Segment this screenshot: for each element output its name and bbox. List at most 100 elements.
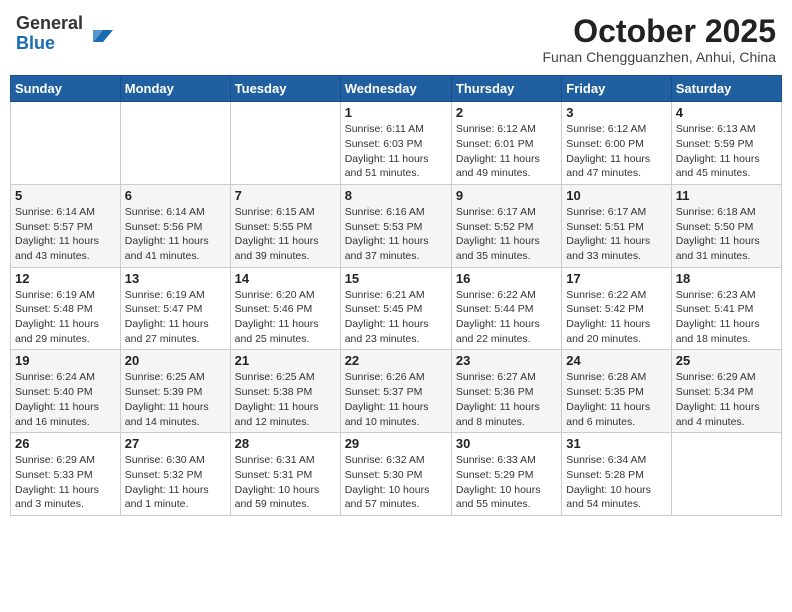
day-number: 30 <box>456 436 557 451</box>
day-number: 14 <box>235 271 336 286</box>
day-info: Sunrise: 6:34 AM Sunset: 5:28 PM Dayligh… <box>566 453 666 512</box>
calendar-cell: 12 Sunrise: 6:19 AM Sunset: 5:48 PM Dayli… <box>11 267 121 350</box>
day-number: 5 <box>15 188 116 203</box>
day-info: Sunrise: 6:25 AM Sunset: 5:39 PM Dayligh… <box>125 370 226 429</box>
calendar-cell: 5 Sunrise: 6:14 AM Sunset: 5:57 PM Daylig… <box>11 184 121 267</box>
day-number: 8 <box>345 188 447 203</box>
weekday-header-row: SundayMondayTuesdayWednesdayThursdayFrid… <box>11 76 782 102</box>
day-number: 4 <box>676 105 777 120</box>
calendar-week-5: 26 Sunrise: 6:29 AM Sunset: 5:33 PM Dayli… <box>11 433 782 516</box>
day-info: Sunrise: 6:14 AM Sunset: 5:56 PM Dayligh… <box>125 205 226 264</box>
day-info: Sunrise: 6:19 AM Sunset: 5:48 PM Dayligh… <box>15 288 116 347</box>
day-info: Sunrise: 6:28 AM Sunset: 5:35 PM Dayligh… <box>566 370 666 429</box>
calendar-week-1: 1 Sunrise: 6:11 AM Sunset: 6:03 PM Daylig… <box>11 102 782 185</box>
calendar-cell: 14 Sunrise: 6:20 AM Sunset: 5:46 PM Dayli… <box>230 267 340 350</box>
calendar-cell: 7 Sunrise: 6:15 AM Sunset: 5:55 PM Daylig… <box>230 184 340 267</box>
day-number: 15 <box>345 271 447 286</box>
calendar-cell <box>120 102 230 185</box>
calendar-cell: 29 Sunrise: 6:32 AM Sunset: 5:30 PM Dayli… <box>340 433 451 516</box>
weekday-header-tuesday: Tuesday <box>230 76 340 102</box>
calendar-cell: 23 Sunrise: 6:27 AM Sunset: 5:36 PM Dayli… <box>451 350 561 433</box>
day-number: 24 <box>566 353 666 368</box>
day-info: Sunrise: 6:13 AM Sunset: 5:59 PM Dayligh… <box>676 122 777 181</box>
logo-general-text: General <box>16 13 83 33</box>
day-info: Sunrise: 6:25 AM Sunset: 5:38 PM Dayligh… <box>235 370 336 429</box>
calendar-cell: 31Sunrise: 6:34 AM Sunset: 5:28 PM Dayli… <box>562 433 671 516</box>
calendar-cell: 16 Sunrise: 6:22 AM Sunset: 5:44 PM Dayli… <box>451 267 561 350</box>
calendar-cell: 25Sunrise: 6:29 AM Sunset: 5:34 PM Dayli… <box>671 350 781 433</box>
weekday-header-monday: Monday <box>120 76 230 102</box>
day-info: Sunrise: 6:11 AM Sunset: 6:03 PM Dayligh… <box>345 122 447 181</box>
weekday-header-wednesday: Wednesday <box>340 76 451 102</box>
day-number: 2 <box>456 105 557 120</box>
day-number: 16 <box>456 271 557 286</box>
weekday-header-friday: Friday <box>562 76 671 102</box>
day-number: 1 <box>345 105 447 120</box>
day-number: 10 <box>566 188 666 203</box>
calendar-week-2: 5 Sunrise: 6:14 AM Sunset: 5:57 PM Daylig… <box>11 184 782 267</box>
calendar-cell <box>230 102 340 185</box>
calendar-title: October 2025 <box>542 14 776 49</box>
weekday-header-sunday: Sunday <box>11 76 121 102</box>
calendar-cell: 13 Sunrise: 6:19 AM Sunset: 5:47 PM Dayli… <box>120 267 230 350</box>
title-block: October 2025 Funan Chengguanzhen, Anhui,… <box>542 14 776 65</box>
calendar-cell: 17 Sunrise: 6:22 AM Sunset: 5:42 PM Dayli… <box>562 267 671 350</box>
day-info: Sunrise: 6:22 AM Sunset: 5:44 PM Dayligh… <box>456 288 557 347</box>
day-number: 7 <box>235 188 336 203</box>
day-number: 28 <box>235 436 336 451</box>
calendar-cell: 26 Sunrise: 6:29 AM Sunset: 5:33 PM Dayli… <box>11 433 121 516</box>
calendar-subtitle: Funan Chengguanzhen, Anhui, China <box>542 49 776 65</box>
day-info: Sunrise: 6:26 AM Sunset: 5:37 PM Dayligh… <box>345 370 447 429</box>
day-info: Sunrise: 6:31 AM Sunset: 5:31 PM Dayligh… <box>235 453 336 512</box>
calendar-table: SundayMondayTuesdayWednesdayThursdayFrid… <box>10 75 782 516</box>
day-number: 21 <box>235 353 336 368</box>
calendar-cell: 3 Sunrise: 6:12 AM Sunset: 6:00 PM Daylig… <box>562 102 671 185</box>
calendar-cell: 21 Sunrise: 6:25 AM Sunset: 5:38 PM Dayli… <box>230 350 340 433</box>
day-info: Sunrise: 6:16 AM Sunset: 5:53 PM Dayligh… <box>345 205 447 264</box>
calendar-cell: 28 Sunrise: 6:31 AM Sunset: 5:31 PM Dayli… <box>230 433 340 516</box>
day-number: 3 <box>566 105 666 120</box>
logo-icon <box>85 20 113 48</box>
day-number: 23 <box>456 353 557 368</box>
calendar-cell: 15Sunrise: 6:21 AM Sunset: 5:45 PM Dayli… <box>340 267 451 350</box>
day-info: Sunrise: 6:17 AM Sunset: 5:52 PM Dayligh… <box>456 205 557 264</box>
day-info: Sunrise: 6:29 AM Sunset: 5:34 PM Dayligh… <box>676 370 777 429</box>
calendar-cell: 4 Sunrise: 6:13 AM Sunset: 5:59 PM Daylig… <box>671 102 781 185</box>
calendar-cell: 18Sunrise: 6:23 AM Sunset: 5:41 PM Dayli… <box>671 267 781 350</box>
day-number: 17 <box>566 271 666 286</box>
logo: General Blue <box>16 14 113 54</box>
day-info: Sunrise: 6:15 AM Sunset: 5:55 PM Dayligh… <box>235 205 336 264</box>
day-info: Sunrise: 6:14 AM Sunset: 5:57 PM Dayligh… <box>15 205 116 264</box>
calendar-cell: 9 Sunrise: 6:17 AM Sunset: 5:52 PM Daylig… <box>451 184 561 267</box>
day-info: Sunrise: 6:12 AM Sunset: 6:01 PM Dayligh… <box>456 122 557 181</box>
day-info: Sunrise: 6:20 AM Sunset: 5:46 PM Dayligh… <box>235 288 336 347</box>
day-info: Sunrise: 6:22 AM Sunset: 5:42 PM Dayligh… <box>566 288 666 347</box>
day-number: 29 <box>345 436 447 451</box>
day-info: Sunrise: 6:33 AM Sunset: 5:29 PM Dayligh… <box>456 453 557 512</box>
day-number: 26 <box>15 436 116 451</box>
weekday-header-thursday: Thursday <box>451 76 561 102</box>
page-header: General Blue October 2025 Funan Chenggua… <box>10 10 782 69</box>
day-info: Sunrise: 6:17 AM Sunset: 5:51 PM Dayligh… <box>566 205 666 264</box>
calendar-cell: 11Sunrise: 6:18 AM Sunset: 5:50 PM Dayli… <box>671 184 781 267</box>
day-info: Sunrise: 6:27 AM Sunset: 5:36 PM Dayligh… <box>456 370 557 429</box>
calendar-cell <box>11 102 121 185</box>
day-info: Sunrise: 6:32 AM Sunset: 5:30 PM Dayligh… <box>345 453 447 512</box>
day-number: 18 <box>676 271 777 286</box>
day-number: 12 <box>15 271 116 286</box>
calendar-cell: 24 Sunrise: 6:28 AM Sunset: 5:35 PM Dayli… <box>562 350 671 433</box>
calendar-cell: 2 Sunrise: 6:12 AM Sunset: 6:01 PM Daylig… <box>451 102 561 185</box>
day-info: Sunrise: 6:29 AM Sunset: 5:33 PM Dayligh… <box>15 453 116 512</box>
calendar-cell: 20Sunrise: 6:25 AM Sunset: 5:39 PM Dayli… <box>120 350 230 433</box>
calendar-cell: 27Sunrise: 6:30 AM Sunset: 5:32 PM Dayli… <box>120 433 230 516</box>
calendar-cell: 30 Sunrise: 6:33 AM Sunset: 5:29 PM Dayli… <box>451 433 561 516</box>
calendar-cell: 10 Sunrise: 6:17 AM Sunset: 5:51 PM Dayli… <box>562 184 671 267</box>
day-number: 19 <box>15 353 116 368</box>
day-info: Sunrise: 6:19 AM Sunset: 5:47 PM Dayligh… <box>125 288 226 347</box>
calendar-cell <box>671 433 781 516</box>
day-number: 9 <box>456 188 557 203</box>
day-number: 22 <box>345 353 447 368</box>
calendar-cell: 19Sunrise: 6:24 AM Sunset: 5:40 PM Dayli… <box>11 350 121 433</box>
day-info: Sunrise: 6:12 AM Sunset: 6:00 PM Dayligh… <box>566 122 666 181</box>
day-number: 13 <box>125 271 226 286</box>
